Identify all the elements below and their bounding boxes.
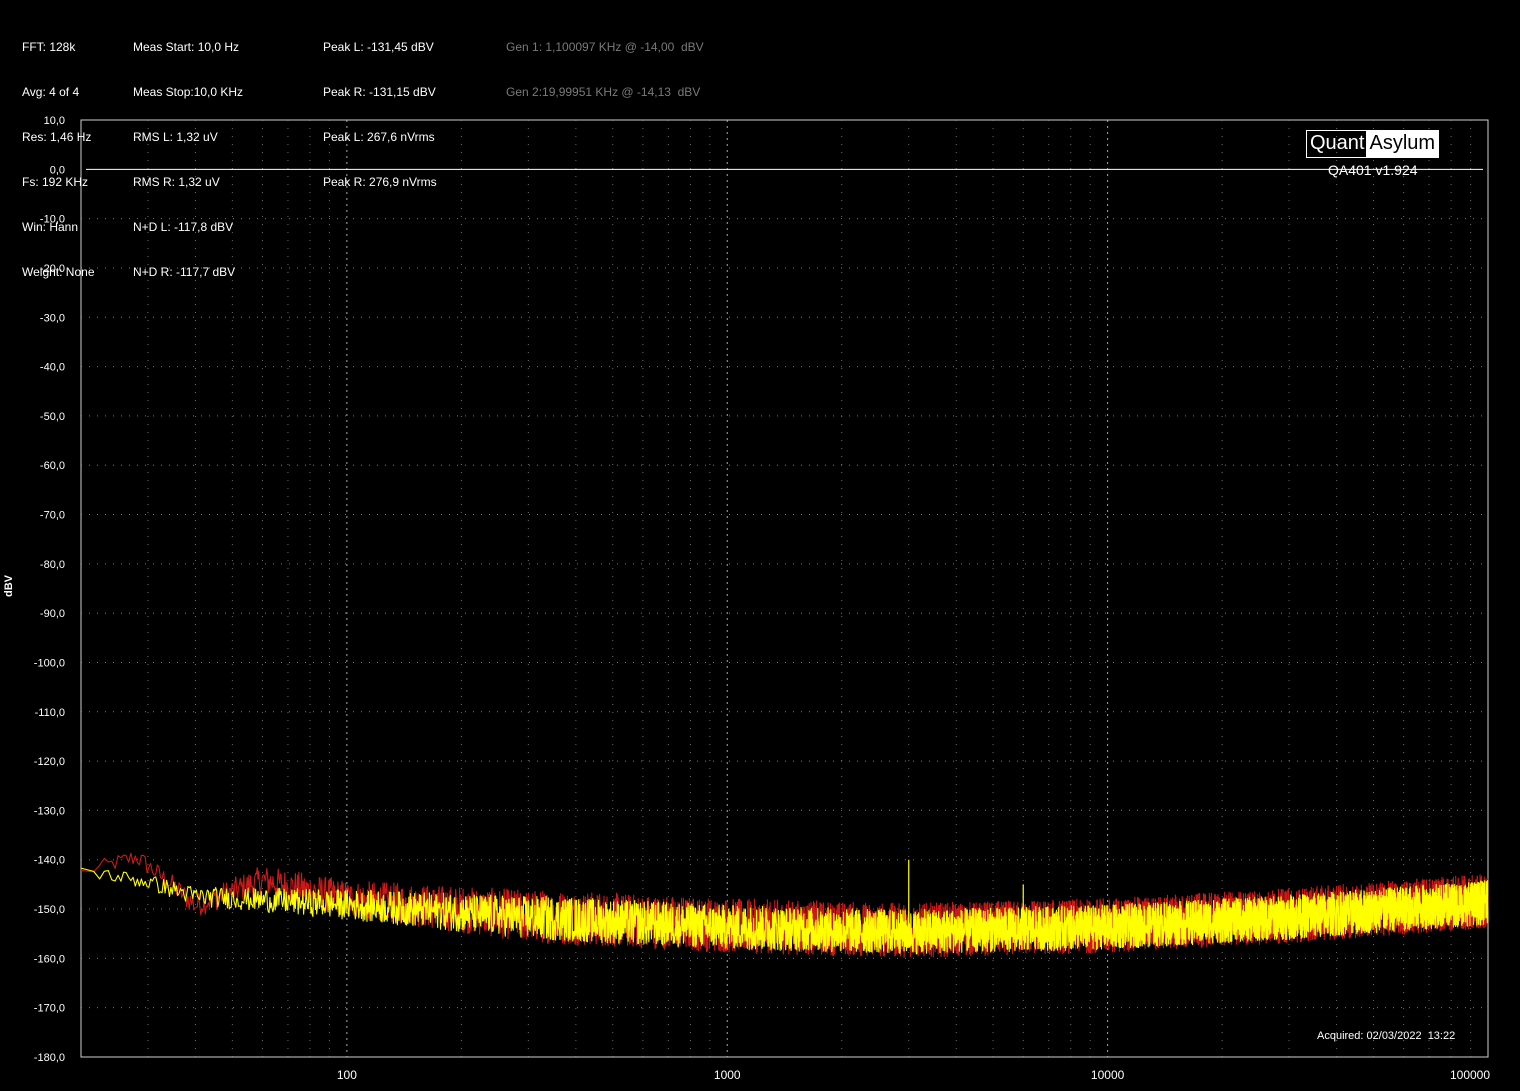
quantasylum-logo: Quant Asylum: [1306, 130, 1440, 158]
y-tick-label: -40,0: [40, 362, 65, 374]
x-tick-label: 1000: [714, 1068, 741, 1082]
meas-stop: Meas Stop:10,0 KHz: [133, 85, 244, 99]
avg-count: Avg: 4 of 4: [22, 85, 80, 99]
y-tick-label: -90,0: [40, 608, 65, 620]
x-axis-ticks: 100 1000 10000 100000: [337, 1068, 1490, 1082]
gen2-setting: Gen 2:19,99951 KHz @ -14,13 dBV: [506, 85, 701, 99]
peak-left-dbv: Peak L: -131,45 dBV: [323, 40, 434, 54]
nd-right: N+D R: -117,7 dBV: [133, 265, 236, 279]
fft-size: FFT: 128k: [22, 40, 76, 54]
y-axis-title: dBV: [3, 575, 15, 597]
y-tick-label: -150,0: [34, 904, 65, 916]
logo-quant: Quant: [1310, 132, 1365, 154]
rms-left: RMS L: 1,32 uV: [133, 130, 218, 144]
series-layer: [80, 852, 1489, 958]
y-tick-label: -170,0: [34, 1003, 65, 1015]
meas-start: Meas Start: 10,0 Hz: [133, 40, 240, 54]
header-peak-info: Peak L: -131,45 dBV Peak R: -131,15 dBV …: [323, 10, 437, 205]
header-fft-info: FFT: 128k Avg: 4 of 4 Res: 1,46 Hz Fs: 1…: [22, 10, 95, 295]
nd-left: N+D L: -117,8 dBV: [133, 220, 234, 234]
rms-right: RMS R: 1,32 uV: [133, 175, 220, 189]
x-tick-label: 100000: [1450, 1068, 1490, 1082]
y-tick-label: -140,0: [34, 855, 65, 867]
window: Win: Hann: [22, 220, 79, 234]
y-tick-label: -70,0: [40, 510, 65, 522]
x-tick-label: 100: [337, 1068, 357, 1082]
y-tick-label: -100,0: [34, 657, 65, 669]
peak-left-nvrms: Peak L: 267,6 nVrms: [323, 130, 435, 144]
peak-right-nvrms: Peak R: 276,9 nVrms: [323, 175, 437, 189]
y-tick-label: -30,0: [40, 312, 65, 324]
peak-right-dbv: Peak R: -131,15 dBV: [323, 85, 436, 99]
y-tick-label: -110,0: [35, 707, 65, 719]
logo-asylum: Asylum: [1366, 131, 1439, 157]
sample-rate: Fs: 192 KHz: [22, 175, 89, 189]
y-tick-label: -50,0: [40, 411, 65, 423]
header-generator-info: Gen 1: 1,100097 KHz @ -14,00 dBV Gen 2:1…: [506, 10, 704, 115]
y-tick-label: -60,0: [40, 460, 65, 472]
acquired-timestamp: Acquired: 02/03/2022 13:22: [1317, 1030, 1456, 1042]
y-tick-label: -160,0: [34, 953, 65, 965]
version-label: QA401 v1.924: [1328, 162, 1418, 178]
gen1-setting: Gen 1: 1,100097 KHz @ -14,00 dBV: [506, 40, 704, 54]
y-tick-label: -130,0: [34, 805, 65, 817]
x-tick-label: 10000: [1091, 1068, 1125, 1082]
header-measurement-info: Meas Start: 10,0 Hz Meas Stop:10,0 KHz R…: [133, 10, 243, 295]
y-tick-label: -180,0: [34, 1052, 65, 1064]
weighting: Weight: None: [22, 265, 95, 279]
y-tick-label: -80,0: [40, 559, 65, 571]
resolution: Res: 1,46 Hz: [22, 130, 92, 144]
y-tick-label: -120,0: [34, 756, 65, 768]
